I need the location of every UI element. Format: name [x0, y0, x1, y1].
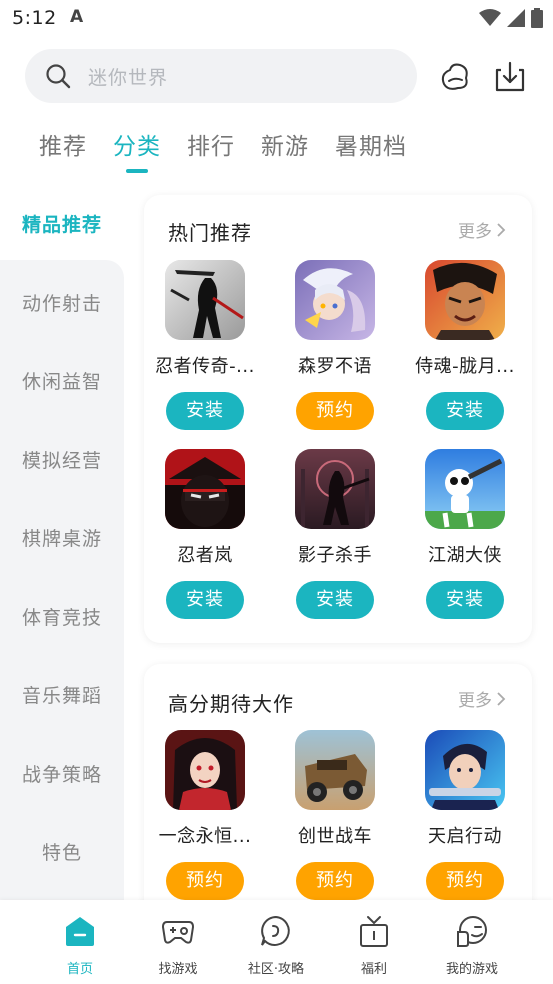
tab-summer[interactable]: 暑期档: [335, 127, 407, 161]
install-button[interactable]: 安装: [166, 581, 244, 619]
shadow-killer-icon[interactable]: [295, 449, 375, 529]
nav-community[interactable]: 社区·攻略: [226, 914, 326, 977]
more-label: 更多: [458, 691, 492, 711]
reserve-button[interactable]: 预约: [296, 862, 374, 900]
game-item: 天启行动 预约: [410, 730, 520, 900]
search-input[interactable]: 迷你世界: [88, 63, 168, 90]
sparkle-mascot-icon[interactable]: [438, 60, 472, 94]
samurai-icon[interactable]: [425, 260, 505, 340]
sidebar-item-simulation[interactable]: 模拟经营: [0, 446, 124, 473]
hot-recommend-card: 热门推荐 更多 忍者传奇-... 安装 森罗不语 预约 侍魂-胧月... 安装 …: [144, 195, 532, 643]
app-notification-icon: A: [70, 7, 84, 27]
game-name: 江湖大侠: [428, 545, 502, 566]
game-item: 森罗不语 预约: [280, 260, 390, 430]
status-bar: 5:12 A: [0, 0, 553, 38]
game-item: 影子杀手 安装: [280, 449, 390, 619]
sidebar-item-war-strategy[interactable]: 战争策略: [0, 760, 124, 787]
signal-icon: [507, 9, 525, 27]
nav-find-games[interactable]: 找游戏: [128, 914, 228, 977]
section-title: 热门推荐: [168, 221, 252, 245]
more-link[interactable]: 更多: [458, 686, 506, 711]
tab-category[interactable]: 分类: [113, 127, 161, 161]
ninja-legend-icon[interactable]: [165, 260, 245, 340]
game-item: 忍者岚 安装: [150, 449, 260, 619]
gift-icon: [360, 916, 388, 947]
reserve-button[interactable]: 预约: [296, 392, 374, 430]
game-name: 侍魂-胧月...: [415, 356, 515, 377]
nav-my-games[interactable]: 我的游戏: [422, 914, 522, 977]
more-label: 更多: [458, 222, 492, 242]
install-button[interactable]: 安装: [166, 392, 244, 430]
install-button[interactable]: 安装: [296, 581, 374, 619]
community-icon: [261, 915, 290, 946]
game-item: 忍者传奇-... 安装: [150, 260, 260, 430]
ninja-ran-icon[interactable]: [165, 449, 245, 529]
battery-icon: [531, 8, 543, 28]
download-icon[interactable]: [493, 60, 527, 94]
sidebar-item-special[interactable]: 特色: [0, 838, 124, 865]
my-games-icon: [457, 916, 487, 947]
senluo-icon[interactable]: [295, 260, 375, 340]
nav-label: 我的游戏: [445, 962, 498, 977]
sidebar-item-sports[interactable]: 体育竞技: [0, 603, 124, 630]
jianghu-icon[interactable]: [425, 449, 505, 529]
sidebar-item-action-shooting[interactable]: 动作射击: [0, 289, 124, 316]
section-title: 高分期待大作: [168, 692, 294, 716]
bottom-navigation: 首页 找游戏 社区·攻略 福利 我的游戏: [0, 900, 553, 984]
more-link[interactable]: 更多: [458, 217, 506, 242]
game-item: 创世战车 预约: [280, 730, 390, 900]
high-score-card: 高分期待大作 更多 一念永恒... 预约 创世战车 预约 天启行动 预约: [144, 664, 532, 924]
sidebar-item-board-card[interactable]: 棋牌桌游: [0, 524, 124, 551]
chevron-right-icon: [497, 691, 506, 706]
tab-new-games[interactable]: 新游: [261, 127, 309, 161]
game-item: 江湖大侠 安装: [410, 449, 520, 619]
install-button[interactable]: 安装: [426, 581, 504, 619]
game-name: 影子杀手: [298, 545, 372, 566]
chuangshi-icon[interactable]: [295, 730, 375, 810]
gamepad-search-icon: [161, 921, 195, 944]
category-sidebar: 精品推荐 动作射击 休闲益智 模拟经营 棋牌桌游 体育竞技 音乐舞蹈 战争策略 …: [0, 195, 124, 900]
sidebar-item-music-dance[interactable]: 音乐舞蹈: [0, 681, 124, 708]
reserve-button[interactable]: 预约: [426, 862, 504, 900]
nav-label: 社区·攻略: [247, 962, 305, 977]
top-tabs: 推荐 分类 排行 新游 暑期档: [39, 127, 433, 161]
game-name: 天启行动: [428, 826, 502, 847]
nav-label: 首页: [66, 962, 93, 977]
nav-label: 福利: [360, 962, 387, 977]
game-item: 一念永恒... 预约: [150, 730, 260, 900]
game-name: 忍者传奇-...: [155, 356, 255, 377]
yinian-icon[interactable]: [165, 730, 245, 810]
reserve-button[interactable]: 预约: [166, 862, 244, 900]
search-icon: [46, 64, 71, 89]
sidebar-item-casual-puzzle[interactable]: 休闲益智: [0, 367, 124, 394]
search-bar[interactable]: 迷你世界: [25, 49, 417, 103]
tab-ranking[interactable]: 排行: [187, 127, 235, 161]
tianqi-icon[interactable]: [425, 730, 505, 810]
wifi-icon: [479, 9, 501, 26]
game-name: 一念永恒...: [158, 826, 252, 847]
game-name: 创世战车: [298, 826, 372, 847]
nav-home[interactable]: 首页: [30, 914, 130, 977]
game-item: 侍魂-胧月... 安装: [410, 260, 520, 430]
status-time: 5:12: [12, 7, 57, 29]
game-name: 忍者岚: [177, 545, 233, 566]
sidebar-item-featured[interactable]: 精品推荐: [0, 210, 124, 237]
nav-label: 找游戏: [158, 962, 198, 977]
tab-recommend[interactable]: 推荐: [39, 127, 87, 161]
game-name: 森罗不语: [298, 356, 372, 377]
chevron-right-icon: [497, 222, 506, 237]
home-icon: [66, 917, 94, 946]
nav-welfare[interactable]: 福利: [324, 914, 424, 977]
install-button[interactable]: 安装: [426, 392, 504, 430]
